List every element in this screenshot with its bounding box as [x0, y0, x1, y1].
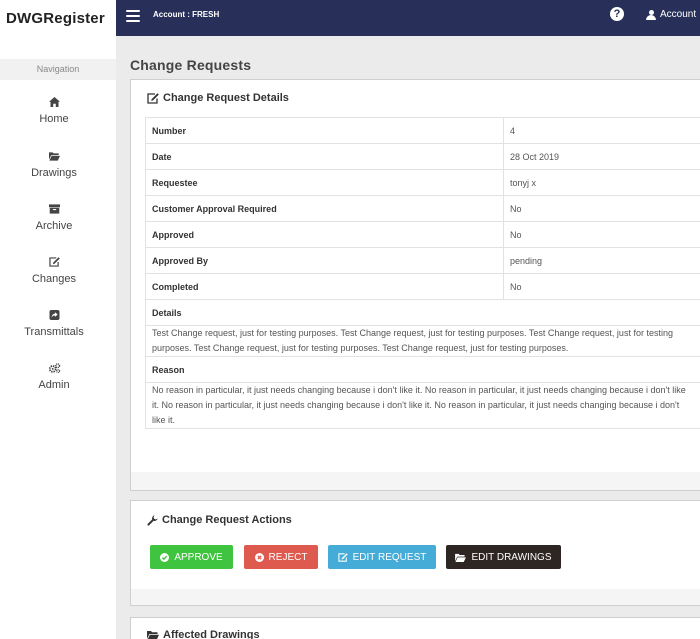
table-row: Date 28 Oct 2019 [145, 143, 700, 170]
edit-request-button-label: EDIT REQUEST [352, 551, 427, 563]
current-account-label: Account : FRESH [153, 10, 220, 19]
field-label: Approved [145, 221, 504, 248]
sidebar: Navigation Home Drawings Archive Changes… [0, 36, 116, 639]
field-label: Approved By [145, 247, 504, 274]
table-row: Approved By pending [145, 247, 700, 274]
table-row: Customer Approval Required No [145, 195, 700, 222]
home-icon [48, 97, 60, 107]
edit-request-button[interactable]: EDIT REQUEST [328, 545, 436, 569]
sidebar-item-changes[interactable]: Changes [0, 257, 108, 285]
edit-icon [338, 552, 348, 562]
actions-panel-heading: Change Request Actions [147, 514, 292, 526]
brand-logo[interactable]: DWGRegister [0, 0, 116, 36]
edit-drawings-button[interactable]: EDIT DRAWINGS [446, 545, 561, 569]
account-menu[interactable]: Account [646, 9, 696, 20]
reject-button-label: REJECT [268, 551, 308, 563]
change-request-details-panel: Change Request Details Number 4 Date 28 Oc… [130, 79, 700, 491]
panel-footer [131, 589, 700, 605]
reason-text: No reason in particular, it just needs c… [145, 382, 700, 429]
table-row: Reason [145, 356, 700, 383]
sidebar-item-label: Admin [38, 379, 70, 391]
sidebar-item-label: Changes [31, 273, 77, 285]
affected-drawings-panel: Affected Drawings [130, 617, 700, 639]
actions-panel-title: Change Request Actions [162, 514, 292, 526]
table-row: Completed No [145, 273, 700, 300]
details-panel-heading: Change Request Details [147, 92, 289, 104]
panel-footer [131, 472, 700, 490]
details-table: Number 4 Date 28 Oct 2019 Requestee tonyj x… [145, 117, 700, 429]
sidebar-item-transmittals[interactable]: Transmittals [0, 310, 108, 338]
reason-section-label: Reason [145, 356, 700, 383]
sidebar-item-home[interactable]: Home [0, 97, 108, 125]
edit-icon [147, 92, 159, 104]
table-row: Requestee tonyj x [145, 169, 700, 196]
folder-open-icon [48, 152, 60, 161]
table-row: No reason in particular, it just needs c… [145, 382, 700, 429]
sidebar-item-label: Transmittals [24, 326, 84, 338]
nav-header: Navigation [0, 59, 116, 80]
sidebar-item-archive[interactable]: Archive [0, 204, 108, 232]
table-row: Test Change request, just for testing pu… [145, 325, 700, 357]
field-value: No [503, 195, 700, 222]
wrench-icon [147, 514, 158, 526]
hamburger-menu-icon[interactable] [126, 10, 140, 22]
details-text: Test Change request, just for testing pu… [145, 325, 700, 357]
sidebar-item-admin[interactable]: Admin [0, 363, 108, 391]
field-label: Number [145, 117, 504, 144]
field-value: No [503, 221, 700, 248]
share-icon [49, 310, 59, 320]
edit-drawings-button-label: EDIT DRAWINGS [471, 551, 552, 563]
field-value: No [503, 273, 700, 300]
reject-button[interactable]: REJECT [244, 545, 318, 569]
page-title: Change Requests [130, 57, 252, 73]
times-circle-icon [254, 552, 264, 562]
folder-open-icon [147, 631, 159, 639]
sidebar-item-label: Drawings [31, 167, 77, 179]
approve-button[interactable]: APPROVE [150, 545, 233, 569]
check-circle-icon [160, 552, 170, 562]
help-icon[interactable]: ? [610, 7, 624, 21]
details-section-label: Details [145, 299, 700, 326]
field-label: Requestee [145, 169, 504, 196]
user-icon [646, 9, 656, 20]
affected-panel-title: Affected Drawings [163, 629, 260, 639]
field-value: tonyj x [503, 169, 700, 196]
edit-icon [48, 257, 60, 267]
archive-icon [48, 204, 60, 214]
field-value: pending [503, 247, 700, 274]
approve-button-label: APPROVE [174, 551, 223, 563]
cogs-icon [48, 363, 60, 373]
table-row: Approved No [145, 221, 700, 248]
folder-open-icon [455, 553, 467, 562]
details-panel-title: Change Request Details [163, 92, 289, 104]
table-row: Number 4 [145, 117, 700, 144]
affected-panel-heading: Affected Drawings [147, 629, 260, 639]
field-value: 4 [503, 117, 700, 144]
field-value: 28 Oct 2019 [503, 143, 700, 170]
field-label: Customer Approval Required [145, 195, 504, 222]
account-menu-label: Account [660, 9, 697, 20]
table-row: Details [145, 299, 700, 326]
sidebar-item-label: Home [39, 113, 69, 125]
field-label: Completed [145, 273, 504, 300]
field-label: Date [145, 143, 504, 170]
change-request-actions-panel: Change Request Actions APPROVE REJECT ED… [130, 500, 700, 606]
sidebar-item-label: Archive [35, 220, 73, 232]
sidebar-item-drawings[interactable]: Drawings [0, 151, 108, 179]
